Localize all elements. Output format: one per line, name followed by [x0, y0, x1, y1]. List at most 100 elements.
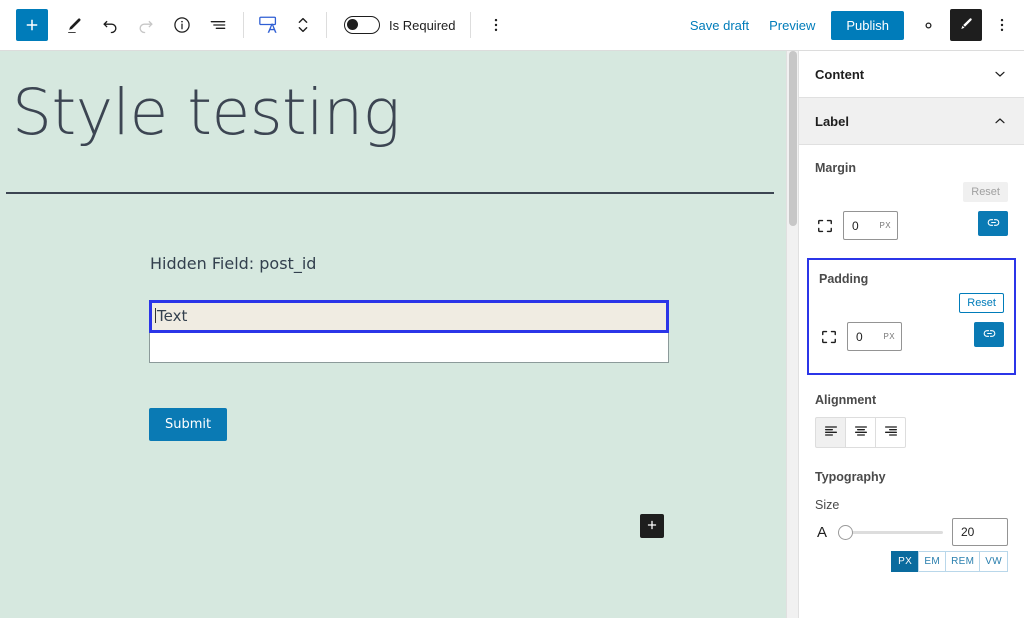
- info-icon: [172, 15, 192, 35]
- text-input[interactable]: [149, 333, 669, 363]
- align-center-button[interactable]: [845, 417, 876, 448]
- block-inserter-button[interactable]: [16, 9, 48, 41]
- alignment-button-group: [815, 417, 1008, 448]
- toolbar-divider-3: [470, 12, 471, 38]
- padding-reset-button[interactable]: Reset: [959, 293, 1004, 313]
- pencil-icon: [64, 15, 84, 35]
- details-button[interactable]: [164, 7, 200, 43]
- font-size-input[interactable]: 20: [952, 518, 1008, 546]
- slider-track: [838, 531, 943, 534]
- unit-em-button[interactable]: EM: [918, 551, 946, 572]
- plus-icon: [645, 518, 659, 535]
- align-right-icon: [883, 423, 899, 442]
- styles-button[interactable]: [950, 9, 982, 41]
- editor-canvas: Style testing Hidden Field: post_id Text…: [0, 51, 786, 618]
- margin-control-row: 0 PX Reset: [815, 211, 1008, 240]
- alignment-title: Alignment: [815, 393, 1008, 407]
- editor-header: Is Required Save draft Preview Publish: [0, 0, 1024, 51]
- chevron-down-icon: [992, 66, 1008, 82]
- padding-title: Padding: [819, 272, 1004, 286]
- padding-section[interactable]: Padding 0 PX Reset: [807, 258, 1016, 375]
- block-appender-button[interactable]: [640, 514, 664, 538]
- settings-sidebar: Content Label Margin: [798, 51, 1024, 618]
- hidden-field-block[interactable]: Hidden Field: post_id: [0, 194, 786, 273]
- font-size-glyph: A: [815, 524, 829, 541]
- save-draft-button[interactable]: Save draft: [680, 12, 759, 39]
- panel-title-label: Label: [815, 114, 849, 129]
- is-required-toggle-group[interactable]: Is Required: [334, 16, 463, 34]
- typography-section: Typography Size A 20 PX EM REM VW: [799, 448, 1024, 572]
- link-icon: [986, 215, 1001, 233]
- margin-link-sides-button[interactable]: [978, 211, 1008, 236]
- kebab-menu-icon: [993, 16, 1011, 34]
- unit-px-button[interactable]: PX: [891, 551, 919, 572]
- post-content-area[interactable]: Style testing Hidden Field: post_id Text…: [0, 51, 786, 618]
- header-left-tools: Is Required: [0, 0, 514, 50]
- padding-unit: PX: [884, 332, 901, 341]
- brush-icon: [957, 15, 975, 36]
- is-required-label: Is Required: [389, 18, 455, 33]
- typography-title: Typography: [815, 470, 1008, 484]
- kebab-menu-icon: [487, 16, 505, 34]
- list-view-icon: [208, 15, 228, 35]
- more-options-button[interactable]: [986, 7, 1018, 43]
- unit-rem-button[interactable]: REM: [945, 551, 980, 572]
- text-field-block[interactable]: Text: [149, 300, 669, 363]
- move-updown-button[interactable]: [287, 7, 319, 43]
- plus-icon: [23, 16, 41, 34]
- padding-control-row: 0 PX Reset: [819, 322, 1004, 351]
- margin-input[interactable]: 0 PX: [843, 211, 898, 240]
- padding-value: 0: [848, 330, 884, 344]
- margin-reset-button[interactable]: Reset: [963, 182, 1008, 202]
- undo-icon: [100, 15, 120, 35]
- submit-button[interactable]: Submit: [149, 408, 227, 441]
- toolbar-divider-2: [326, 12, 327, 38]
- preview-button[interactable]: Preview: [759, 12, 825, 39]
- padding-input[interactable]: 0 PX: [847, 322, 902, 351]
- tools-pencil-button[interactable]: [56, 7, 92, 43]
- unit-vw-button[interactable]: VW: [979, 551, 1008, 572]
- font-size-slider[interactable]: [838, 523, 943, 541]
- text-caret: [155, 308, 156, 323]
- margin-unit: PX: [880, 221, 897, 230]
- publish-button[interactable]: Publish: [831, 11, 904, 40]
- align-center-icon: [853, 423, 869, 442]
- scrollbar-thumb[interactable]: [789, 51, 797, 226]
- editor-body: Style testing Hidden Field: post_id Text…: [0, 51, 1024, 618]
- gear-icon: [919, 16, 938, 35]
- field-label-text: Text: [157, 307, 187, 325]
- settings-button[interactable]: [910, 7, 946, 43]
- undo-button[interactable]: [92, 7, 128, 43]
- margin-value: 0: [844, 219, 880, 233]
- slider-thumb[interactable]: [838, 525, 853, 540]
- align-left-icon: [823, 423, 839, 442]
- chevron-up-icon: [992, 113, 1008, 129]
- toolbar-divider: [243, 12, 244, 38]
- margin-title: Margin: [815, 161, 1008, 175]
- field-label-selected[interactable]: Text: [149, 300, 669, 333]
- padding-link-sides-button[interactable]: [974, 322, 1004, 347]
- block-options-button[interactable]: [478, 7, 514, 43]
- page-title[interactable]: Style testing: [0, 51, 786, 144]
- panel-header-content[interactable]: Content: [799, 51, 1024, 98]
- size-label: Size: [815, 498, 1008, 512]
- unit-button-group: PX EM REM VW: [815, 551, 1008, 572]
- align-right-button[interactable]: [875, 417, 906, 448]
- link-icon: [982, 326, 997, 344]
- panel-title-content: Content: [815, 67, 864, 82]
- panel-header-label[interactable]: Label: [799, 98, 1024, 145]
- editor-root: Is Required Save draft Preview Publish: [0, 0, 1024, 618]
- alignment-section: Alignment: [799, 375, 1024, 448]
- canvas-scrollbar[interactable]: [786, 51, 798, 618]
- box-sides-icon: [819, 327, 839, 347]
- header-right-actions: Save draft Preview Publish: [680, 0, 1024, 50]
- box-sides-icon: [815, 216, 835, 236]
- redo-button[interactable]: [128, 7, 164, 43]
- toggle-knob: [347, 19, 358, 30]
- chevron-updown-icon: [295, 14, 311, 36]
- field-label-icon: [257, 14, 281, 36]
- is-required-toggle[interactable]: [344, 16, 380, 34]
- block-type-button[interactable]: [251, 7, 287, 43]
- align-left-button[interactable]: [815, 417, 846, 448]
- list-view-button[interactable]: [200, 7, 236, 43]
